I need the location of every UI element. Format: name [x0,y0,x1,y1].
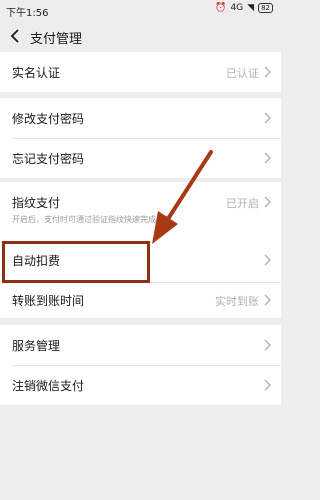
section-identity: 实名认证 已认证 [0,52,281,92]
fingerprint-hint: 开启后，支付时可通过验证指纹快速完成付款 [12,215,172,224]
row-value: 已认证 [226,67,259,80]
alarm-icon: ⏰ [215,3,227,13]
chevron-right-icon [264,112,271,124]
chevron-right-icon [264,379,271,391]
row-label: 忘记支付密码 [12,152,85,166]
row-label: 注销微信支付 [12,379,85,393]
row-real-name-auth[interactable]: 实名认证 已认证 [0,52,281,92]
status-bar: 下午1:56 ⏰ 4G ◥ 82 [0,0,281,20]
chevron-right-icon [264,254,271,266]
row-forgot-password[interactable]: 忘记支付密码 [0,138,281,178]
row-label: 指纹支付 [12,196,61,210]
battery-icon: 82 [258,3,273,13]
chevron-right-icon [264,66,271,78]
row-change-password[interactable]: 修改支付密码 [0,98,281,138]
row-label: 转账到账时间 [12,294,85,308]
nav-bar: 支付管理 [0,20,281,52]
network-label: 4G [230,3,244,13]
status-time: 下午1:56 [6,8,49,19]
section-password: 修改支付密码 忘记支付密码 [0,98,281,178]
row-value: 已开启 [226,197,259,210]
row-label: 服务管理 [12,339,61,353]
row-label: 修改支付密码 [12,112,85,126]
row-transfer-arrival-time[interactable]: 转账到账时间 实时到账 [0,280,281,320]
section-service: 服务管理 注销微信支付 [0,325,281,405]
page-title: 支付管理 [30,32,83,47]
status-icons: ⏰ 4G ◥ 82 [215,3,273,13]
chevron-right-icon [264,196,271,208]
wifi-icon: ◥ [247,3,255,13]
row-service-management[interactable]: 服务管理 [0,325,281,365]
chevron-right-icon [264,339,271,351]
annotation-highlight-box [2,241,150,283]
row-label: 实名认证 [12,66,61,80]
chevron-right-icon [264,294,271,306]
back-icon[interactable] [8,26,24,46]
row-value: 实时到账 [215,295,259,308]
chevron-right-icon [264,152,271,164]
row-cancel-wechat-pay[interactable]: 注销微信支付 [0,365,281,405]
